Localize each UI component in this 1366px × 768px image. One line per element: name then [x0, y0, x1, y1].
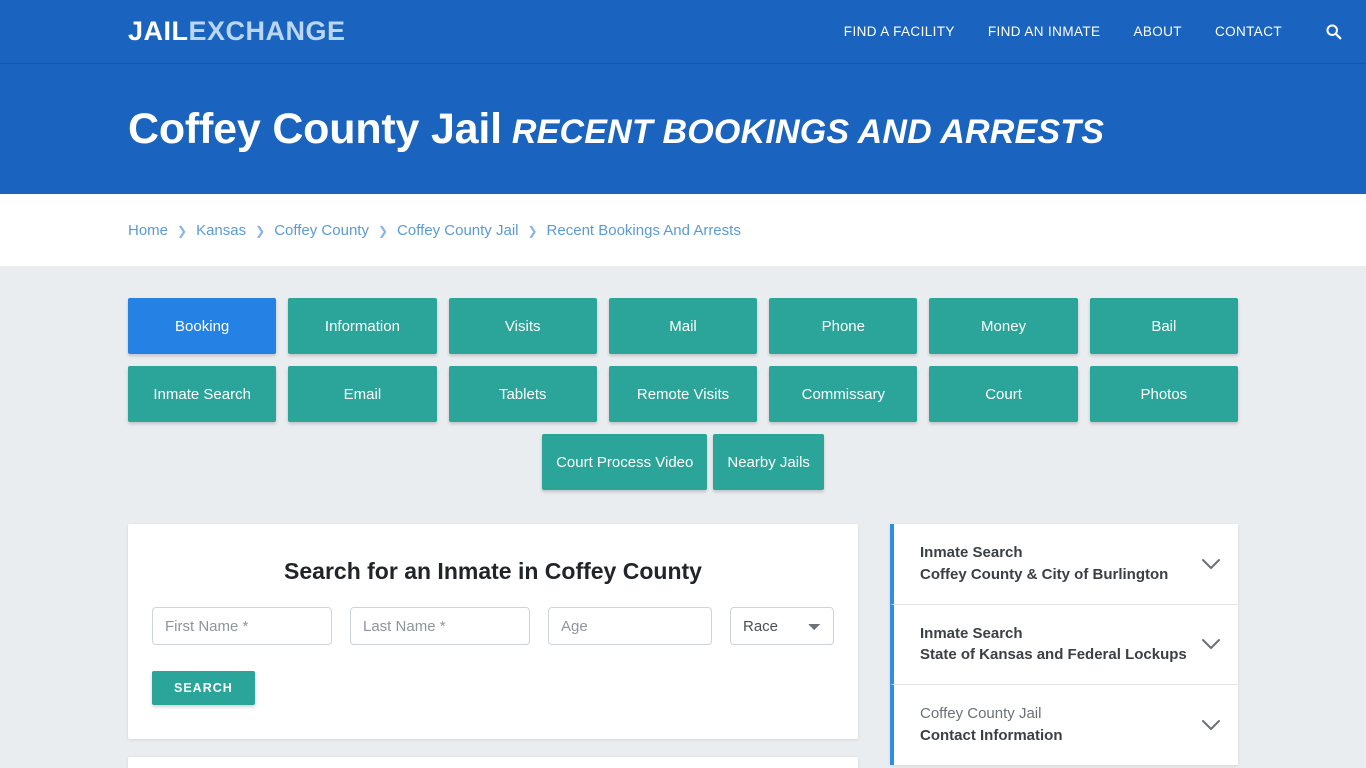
tab-inmate-search[interactable]: Inmate Search	[128, 366, 277, 422]
sidebar-item-line1: Coffey County Jail	[920, 705, 1042, 722]
tab-bail[interactable]: Bail	[1089, 298, 1238, 354]
sidebar-item-inmate-search-state[interactable]: Inmate Search State of Kansas and Federa…	[890, 604, 1238, 685]
sidebar-item-contact-information[interactable]: Coffey County Jail Contact Information	[890, 685, 1238, 765]
tab-information[interactable]: Information	[288, 298, 437, 354]
main-navigation: FIND A FACILITY FIND AN INMATE ABOUT CON…	[844, 23, 1342, 40]
sidebar-item-text: Inmate Search Coffey County & City of Bu…	[920, 542, 1190, 586]
tab-money[interactable]: Money	[929, 298, 1078, 354]
search-icon[interactable]	[1325, 23, 1342, 40]
tab-visits[interactable]: Visits	[448, 298, 597, 354]
nav-item-about[interactable]: ABOUT	[1133, 24, 1182, 39]
site-logo[interactable]: JAILEXCHANGE	[128, 18, 346, 45]
breadcrumb-item-coffey-county[interactable]: Coffey County	[274, 222, 369, 239]
sidebar-item-line1: Inmate Search	[920, 544, 1023, 561]
nav-item-find-an-inmate[interactable]: FIND AN INMATE	[988, 24, 1101, 39]
inmate-search-form: Race	[152, 607, 834, 645]
logo-text-secondary: EXCHANGE	[188, 16, 346, 46]
race-select[interactable]: Race	[730, 607, 834, 645]
first-name-input[interactable]	[152, 607, 332, 645]
sidebar-item-text: Coffey County Jail Contact Information	[920, 703, 1190, 747]
breadcrumb-bar: Home ❯ Kansas ❯ Coffey County ❯ Coffey C…	[0, 194, 1366, 266]
chevron-down-icon[interactable]	[1200, 553, 1222, 575]
facility-tabs-row-2: Inmate Search Email Tablets Remote Visit…	[128, 366, 1238, 422]
breadcrumb-separator-icon: ❯	[177, 224, 188, 238]
breadcrumb-item-home[interactable]: Home	[128, 222, 168, 239]
sidebar-item-line1: Inmate Search	[920, 624, 1023, 642]
tab-email[interactable]: Email	[288, 366, 437, 422]
content-columns: Search for an Inmate in Coffey County Ra…	[128, 524, 1238, 768]
breadcrumb-item-kansas[interactable]: Kansas	[196, 222, 246, 239]
sidebar-item-text: Inmate Search State of Kansas and Federa…	[920, 623, 1190, 667]
nav-item-contact[interactable]: CONTACT	[1215, 24, 1282, 39]
last-name-input[interactable]	[350, 607, 530, 645]
facility-tabs-row-3: Court Process Video Nearby Jails	[128, 434, 1238, 490]
sidebar-item-inmate-search-county[interactable]: Inmate Search Coffey County & City of Bu…	[890, 524, 1238, 605]
tab-remote-visits[interactable]: Remote Visits	[608, 366, 758, 422]
sidebar-item-line2: Coffey County & City of Burlington	[920, 565, 1169, 583]
tab-court-process-video[interactable]: Court Process Video	[542, 434, 708, 490]
breadcrumb-item-current[interactable]: Recent Bookings And Arrests	[547, 222, 741, 239]
tab-phone[interactable]: Phone	[769, 298, 918, 354]
inmate-search-title: Search for an Inmate in Coffey County	[284, 558, 702, 584]
chevron-down-icon[interactable]	[1200, 714, 1222, 736]
tab-commissary[interactable]: Commissary	[769, 366, 918, 422]
facility-tabs-row-1: Booking Information Visits Mail Phone Mo…	[128, 298, 1238, 354]
main-column: Search for an Inmate in Coffey County Ra…	[128, 524, 858, 768]
tab-tablets[interactable]: Tablets	[448, 366, 597, 422]
chevron-down-icon[interactable]	[1200, 633, 1222, 655]
page-title: Coffey County Jail RECENT BOOKINGS AND AR…	[128, 104, 1105, 153]
breadcrumb-separator-icon: ❯	[377, 224, 389, 238]
search-button[interactable]: SEARCH	[152, 671, 255, 705]
tab-booking[interactable]: Booking	[128, 298, 277, 354]
tab-court[interactable]: Court	[929, 366, 1078, 422]
sidebar-item-line2: Contact Information	[920, 726, 1063, 744]
sidebar-accordion: Inmate Search Coffey County & City of Bu…	[890, 524, 1238, 765]
breadcrumb-item-coffey-county-jail[interactable]: Coffey County Jail	[397, 222, 518, 239]
site-header: JAILEXCHANGE FIND A FACILITY FIND AN INM…	[0, 0, 1366, 64]
tab-nearby-jails[interactable]: Nearby Jails	[713, 434, 824, 490]
facility-tabs: Booking Information Visits Mail Phone Mo…	[128, 266, 1238, 490]
faq-card: Frequently Asked Questions about Coffey …	[128, 757, 858, 768]
breadcrumb-separator-icon: ❯	[527, 224, 538, 238]
tab-mail[interactable]: Mail	[608, 298, 758, 354]
logo-text-primary: JAIL	[128, 16, 189, 46]
breadcrumb-separator-icon: ❯	[255, 224, 266, 238]
inmate-search-card: Search for an Inmate in Coffey County Ra…	[128, 524, 858, 739]
nav-item-find-a-facility[interactable]: FIND A FACILITY	[844, 24, 955, 39]
page-title-main: Coffey County Jail	[128, 104, 502, 153]
age-input[interactable]	[548, 607, 712, 645]
page-body: Booking Information Visits Mail Phone Mo…	[0, 266, 1366, 768]
sidebar-item-line2: State of Kansas and Federal Lockups	[920, 646, 1187, 664]
breadcrumb: Home ❯ Kansas ❯ Coffey County ❯ Coffey C…	[128, 222, 741, 239]
page-hero: Coffey County Jail RECENT BOOKINGS AND AR…	[0, 64, 1366, 194]
page-title-sub: RECENT BOOKINGS AND ARRESTS	[511, 112, 1105, 151]
sidebar-column: Inmate Search Coffey County & City of Bu…	[890, 524, 1238, 765]
tab-photos[interactable]: Photos	[1089, 366, 1238, 422]
